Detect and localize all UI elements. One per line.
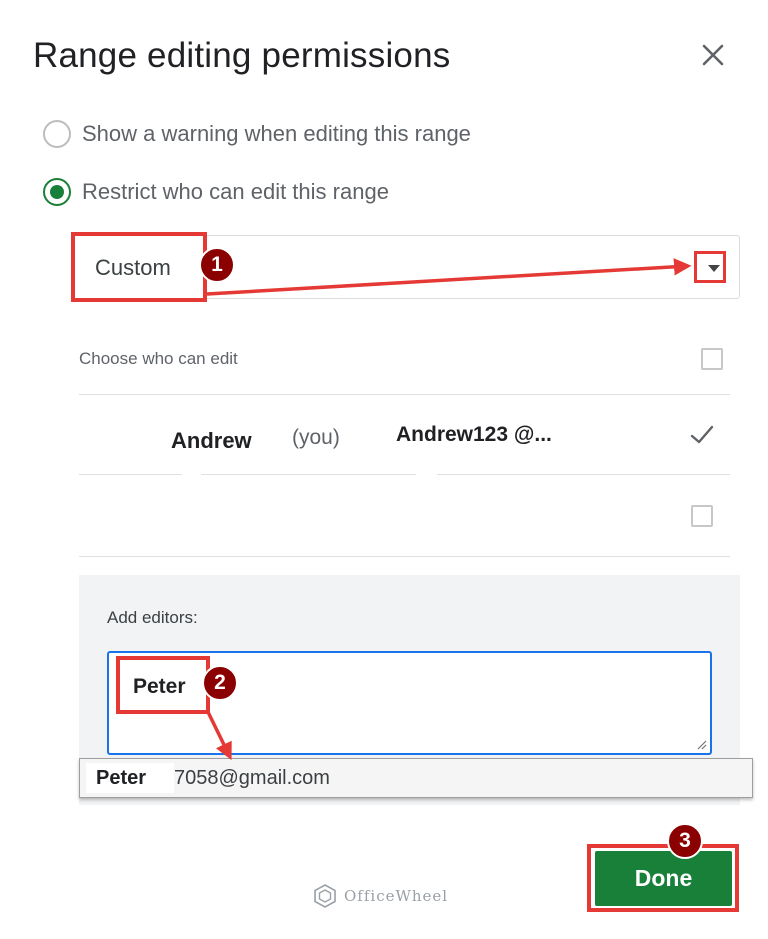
user-you-tag: (you) <box>292 426 340 449</box>
divider <box>437 474 730 475</box>
close-icon[interactable] <box>696 38 730 72</box>
dialog-title: Range editing permissions <box>33 36 451 75</box>
step-badge-3: 3 <box>667 823 703 859</box>
highlight-custom <box>71 232 207 302</box>
restrict-option[interactable]: Restrict who can edit this range <box>43 178 389 206</box>
watermark: OfficeWheel <box>312 883 448 909</box>
step-badge-2: 2 <box>202 665 238 701</box>
add-editors-label: Add editors: <box>107 608 198 627</box>
checkmark-icon[interactable] <box>689 422 715 448</box>
divider <box>79 394 730 395</box>
done-button[interactable]: Done <box>595 851 732 906</box>
highlight-dropdown-arrow <box>694 251 726 283</box>
suggestion-email: 7058@gmail.com <box>174 767 330 789</box>
warning-option[interactable]: Show a warning when editing this range <box>43 120 471 148</box>
choose-editors-label: Choose who can edit <box>79 349 238 368</box>
user-email: Andrew123 @... <box>396 423 552 447</box>
restrict-option-label: Restrict who can edit this range <box>82 179 389 204</box>
restrict-radio[interactable] <box>43 178 71 206</box>
resize-grip-icon[interactable] <box>695 738 707 750</box>
divider <box>201 474 416 475</box>
user-name: Andrew <box>171 428 252 453</box>
warning-option-label: Show a warning when editing this range <box>82 121 471 146</box>
row-checkbox[interactable] <box>691 505 713 527</box>
watermark-text: OfficeWheel <box>344 887 449 905</box>
warning-radio[interactable] <box>43 120 71 148</box>
divider <box>79 474 182 475</box>
step-badge-1: 1 <box>199 247 235 283</box>
select-all-checkbox[interactable] <box>701 348 723 370</box>
highlight-peter-input <box>116 656 210 714</box>
suggestion-name: Peter <box>86 763 174 793</box>
autocomplete-suggestion[interactable]: Peter 7058@gmail.com <box>79 758 753 798</box>
officewheel-logo-icon <box>314 884 336 908</box>
divider <box>79 556 730 557</box>
user-email-text: Andrew123 @... <box>396 423 552 446</box>
